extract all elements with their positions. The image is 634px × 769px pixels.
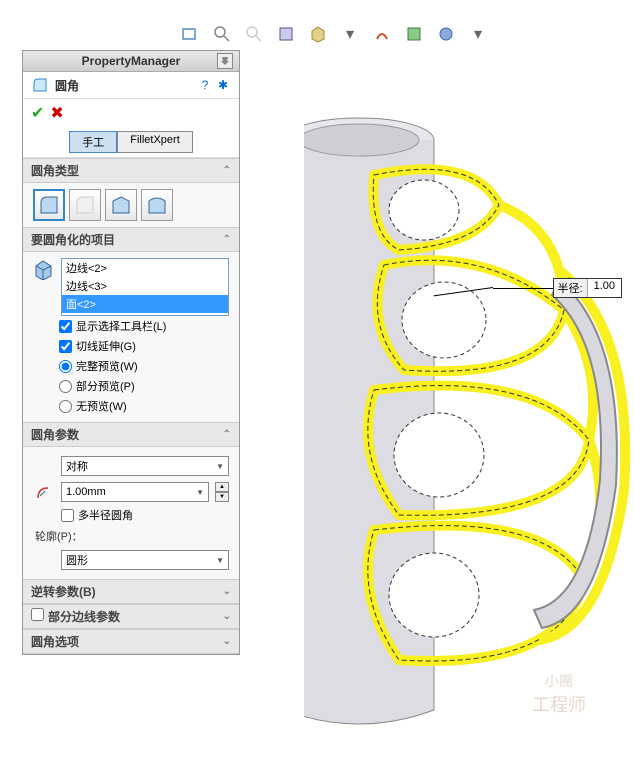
blank-icon <box>33 549 55 571</box>
chevron-down-icon: ▼ <box>216 462 224 471</box>
section-label: 圆角类型 <box>31 162 79 179</box>
blank-icon <box>33 455 55 477</box>
section-label: 部分边线参数 <box>48 610 120 624</box>
section-label: 圆角参数 <box>31 426 79 443</box>
section-params[interactable]: 圆角参数 ⌃ <box>23 422 239 447</box>
keep-visible-icon[interactable]: ✱ <box>215 77 231 93</box>
feature-title-row: 圆角 ? ✱ <box>23 72 239 99</box>
callout-value[interactable]: 1.00 <box>588 279 621 297</box>
section-reverse[interactable]: 逆转参数(B) ⌄ <box>23 579 239 604</box>
watermark: 小團 工程师 <box>514 649 604 739</box>
hide-show-icon[interactable] <box>372 24 392 44</box>
list-item[interactable]: 边线<3> <box>62 277 228 295</box>
partial-preview-radio[interactable] <box>59 380 72 393</box>
feature-name: 圆角 <box>55 77 191 94</box>
show-toolbar-checkbox[interactable] <box>59 320 72 333</box>
appearance-icon[interactable] <box>436 24 456 44</box>
section-label: 要圆角化的项目 <box>31 231 115 248</box>
radius-callout[interactable]: 半径: 1.00 <box>493 278 622 298</box>
chevron-up-icon: ⌃ <box>223 429 231 440</box>
spin-up-button[interactable]: ▲ <box>215 482 229 492</box>
radio-label: 完整预览(W) <box>76 358 138 374</box>
chevron-down-icon: ⌄ <box>223 586 231 597</box>
profile-label: 轮廓(P)： <box>33 525 229 547</box>
full-round-icon[interactable] <box>141 189 173 221</box>
radio-label: 部分预览(P) <box>76 378 135 394</box>
panel-title: PropertyManager <box>82 54 181 68</box>
edge-selection-icon <box>33 258 55 280</box>
tab-manual[interactable]: 手工 <box>69 131 117 153</box>
mode-tabs: 手工 FilletXpert <box>23 127 239 158</box>
tangent-checkbox[interactable] <box>59 340 72 353</box>
tab-filletxpert[interactable]: FilletXpert <box>117 131 193 153</box>
view-orientation-icon[interactable] <box>308 24 328 44</box>
previous-view-icon[interactable] <box>244 24 264 44</box>
section-options[interactable]: 圆角选项 ⌄ <box>23 629 239 654</box>
spin-down-button[interactable]: ▼ <box>215 492 229 502</box>
callout-label: 半径: <box>554 279 588 297</box>
section-fillet-type[interactable]: 圆角类型 ⌃ <box>23 158 239 183</box>
section-partial-edge[interactable]: 部分边线参数 ⌄ <box>23 604 239 629</box>
radius-input[interactable]: 1.00mm▼ <box>61 482 209 502</box>
confirm-row: ✔ ✖ <box>23 99 239 127</box>
items-body: 边线<2> 边线<3> 面<2> 显示选择工具栏(L) 切线延伸(G) 完整预览… <box>23 252 239 422</box>
property-manager-panel: PropertyManager 圆角 ? ✱ ✔ ✖ 手工 FilletXper… <box>22 50 240 655</box>
section-items[interactable]: 要圆角化的项目 ⌃ <box>23 227 239 252</box>
section-view-icon[interactable] <box>276 24 296 44</box>
face-fillet-icon[interactable] <box>105 189 137 221</box>
params-body: 对称▼ 1.00mm▼ ▲▼ 多半径圆角 轮廓(P)： 圆形▼ <box>23 447 239 579</box>
profile-dropdown[interactable]: 圆形▼ <box>61 550 229 570</box>
scene-icon[interactable] <box>404 24 424 44</box>
settings-icon[interactable]: ▾ <box>468 24 488 44</box>
no-preview-radio[interactable] <box>59 400 72 413</box>
full-preview-radio[interactable] <box>59 360 72 373</box>
section-label: 圆角选项 <box>31 633 79 650</box>
checkbox-label: 多半径圆角 <box>78 507 133 523</box>
checkbox-label: 切线延伸(G) <box>76 338 136 354</box>
zoom-fit-icon[interactable] <box>180 24 200 44</box>
chevron-up-icon: ⌃ <box>223 165 231 176</box>
display-style-icon[interactable]: ▾ <box>340 24 360 44</box>
fillet-icon <box>31 76 49 94</box>
panel-header: PropertyManager <box>23 51 239 72</box>
chevron-down-icon: ▼ <box>216 556 224 565</box>
radio-label: 无预览(W) <box>76 398 127 414</box>
pin-button[interactable] <box>217 53 233 69</box>
multi-radius-checkbox[interactable] <box>61 509 74 522</box>
partial-edge-checkbox[interactable] <box>31 608 44 621</box>
chevron-down-icon: ▼ <box>196 488 204 497</box>
selection-listbox[interactable]: 边线<2> 边线<3> 面<2> <box>61 258 229 316</box>
list-item[interactable]: 边线<2> <box>62 259 228 277</box>
chevron-down-icon: ⌄ <box>223 636 231 647</box>
radius-icon <box>33 481 55 503</box>
chevron-up-icon: ⌃ <box>223 234 231 245</box>
chevron-down-icon: ⌄ <box>223 611 231 622</box>
checkbox-label: 显示选择工具栏(L) <box>76 318 166 334</box>
cancel-button[interactable]: ✖ <box>50 103 63 123</box>
fillet-type-body <box>23 183 239 227</box>
constant-radius-icon[interactable] <box>33 189 65 221</box>
symmetry-dropdown[interactable]: 对称▼ <box>61 456 229 476</box>
zoom-area-icon[interactable] <box>212 24 232 44</box>
graphics-viewport[interactable] <box>304 70 604 710</box>
section-label: 逆转参数(B) <box>31 583 96 600</box>
list-item[interactable]: 面<2> <box>62 295 228 313</box>
heads-up-toolbar: ▾ ▾ <box>180 24 488 44</box>
ok-button[interactable]: ✔ <box>31 103 44 123</box>
help-icon[interactable]: ? <box>197 77 213 93</box>
variable-radius-icon[interactable] <box>69 189 101 221</box>
